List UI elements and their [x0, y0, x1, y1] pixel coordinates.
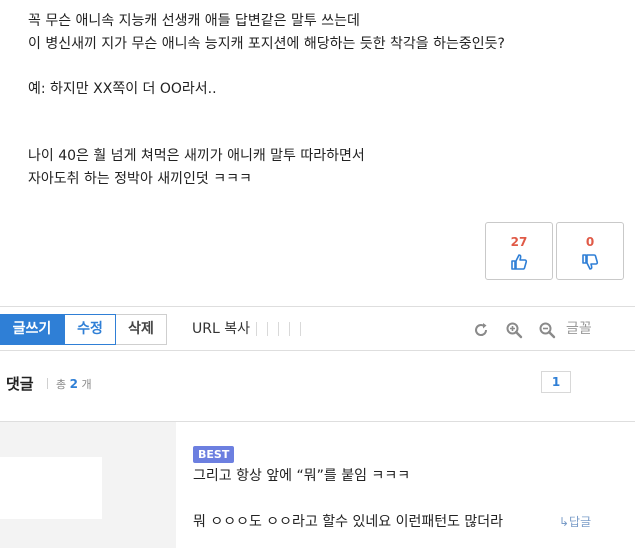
comment-content: BEST 그리고 항상 앞에 “뭐”를 붙임 ㅋㅋㅋ 뭐 ㅇㅇㅇ도 ㅇㅇ라고 할…	[176, 422, 635, 548]
post-line: 이 병신새끼 지가 무슨 애니속 능지캐 포지션에 해당하는 듯한 착각을 하는…	[28, 35, 505, 52]
upvote-button[interactable]: 27	[485, 222, 553, 280]
delete-button[interactable]: 삭제	[116, 314, 167, 345]
downvote-button[interactable]: 0	[556, 222, 624, 280]
avatar	[0, 457, 102, 519]
font-button[interactable]: 글꼴	[566, 314, 592, 345]
comment-author-panel	[0, 422, 176, 548]
comment-text-line: 그리고 항상 앞에 “뭐”를 붙임 ㅋㅋㅋ	[193, 468, 411, 484]
comments-total-suffix: 개	[81, 378, 92, 391]
upvote-count: 27	[510, 235, 528, 249]
reply-button[interactable]: ↳답글	[559, 513, 591, 530]
comments-title: 댓글	[6, 375, 34, 393]
post-line: 예: 하지만 XX쪽이 더 OO라서..	[28, 80, 217, 97]
post-line: 나이 40은 훨 넘게 쳐먹은 새끼가 애니캐 말투 따라하면서	[28, 148, 365, 164]
share-buttons-placeholder	[256, 322, 320, 338]
downvote-count: 0	[585, 235, 595, 249]
post-toolbar: 글쓰기 수정 삭제 URL 복사 글꼴	[0, 306, 635, 351]
best-comment: BEST 그리고 항상 앞에 “뭐”를 붙임 ㅋㅋㅋ 뭐 ㅇㅇㅇ도 ㅇㅇ라고 할…	[0, 421, 635, 548]
edit-button[interactable]: 수정	[64, 314, 116, 345]
url-copy-button[interactable]: URL 복사	[192, 314, 250, 345]
write-button[interactable]: 글쓰기	[0, 314, 64, 345]
divider	[47, 378, 48, 389]
thumbs-up-icon	[511, 254, 528, 270]
comment-text-line: 뭐 ㅇㅇㅇ도 ㅇㅇ라고 할수 있네요 이런패턴도 많더라	[193, 514, 504, 530]
post-line	[28, 100, 618, 123]
best-badge: BEST	[193, 446, 235, 463]
post-body: 꼭 무슨 애니속 지능캐 선생캐 애들 답변같은 말투 쓰는데 이 병신새끼 지…	[28, 10, 618, 190]
post-line	[28, 55, 618, 78]
post-line: 꼭 무슨 애니속 지능캐 선생캐 애들 답변같은 말투 쓰는데	[28, 13, 360, 29]
post-line	[28, 123, 618, 146]
zoom-in-icon[interactable]	[505, 321, 523, 339]
comment-page-button[interactable]: 1	[541, 371, 571, 393]
zoom-out-icon[interactable]	[538, 321, 556, 339]
post-line: 자아도취 하는 정박아 새끼인덧 ㅋㅋㅋ	[28, 170, 252, 187]
comments-header: 댓글 총 2 개 1	[0, 351, 635, 421]
thumbs-down-icon	[582, 254, 599, 270]
comments-total-count: 2	[69, 377, 78, 391]
refresh-icon[interactable]	[472, 321, 490, 339]
comments-total-prefix: 총	[56, 378, 67, 391]
comments-total: 총 2 개	[56, 376, 92, 392]
